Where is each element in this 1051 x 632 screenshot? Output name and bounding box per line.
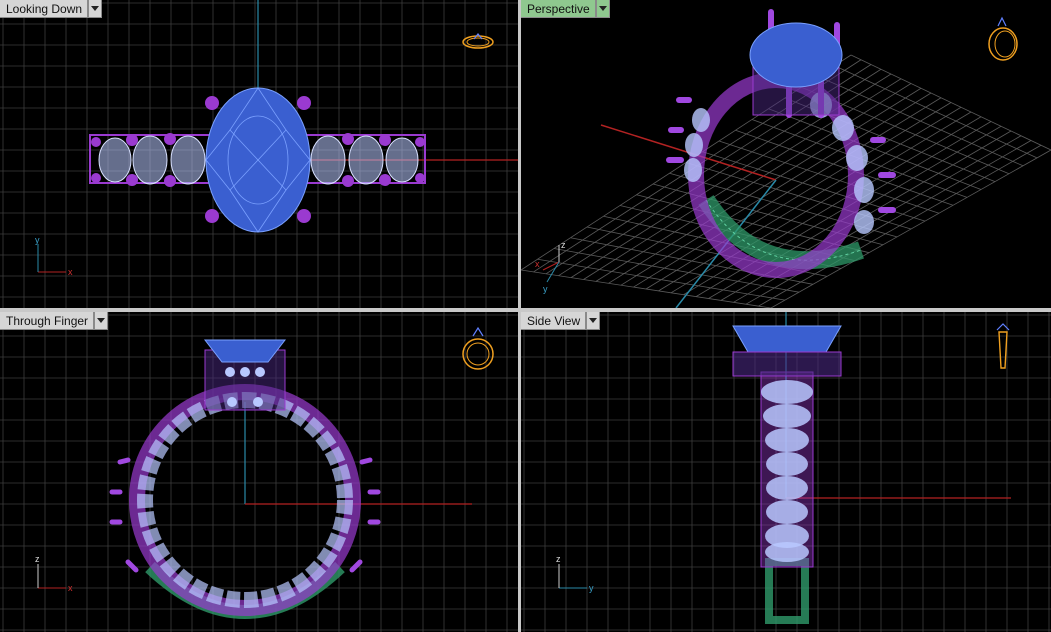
dropdown-arrow-icon[interactable] bbox=[94, 312, 109, 330]
axis-label-y: y bbox=[543, 284, 548, 294]
viewport-scene: x z bbox=[0, 312, 518, 632]
grid-line bbox=[745, 140, 1032, 305]
viewport-title: Side View bbox=[521, 312, 587, 330]
viewport-side-view[interactable]: Side View y z bbox=[521, 312, 1051, 632]
viewport-perspective[interactable]: Perspective x z y bbox=[521, 0, 1051, 308]
viewport-title: Through Finger bbox=[0, 312, 95, 330]
dropdown-arrow-icon[interactable] bbox=[595, 0, 610, 18]
ring-orientation-icon[interactable] bbox=[458, 320, 498, 376]
viewport-looking-down[interactable]: Looking Down x y bbox=[0, 0, 518, 308]
axis-label-y: y bbox=[589, 583, 594, 593]
viewport-tab-through-finger[interactable]: Through Finger bbox=[0, 312, 109, 330]
axis-label-y: y bbox=[35, 235, 40, 245]
axis-label-z: z bbox=[556, 554, 561, 564]
grid-line bbox=[770, 149, 1051, 308]
axis-triad bbox=[37, 564, 66, 589]
axis-label-z: z bbox=[561, 240, 566, 250]
ring-orientation-icon[interactable] bbox=[991, 320, 1015, 376]
viewport-scene: x y bbox=[0, 0, 518, 308]
ring-model-perspective bbox=[666, 9, 896, 278]
axis-triad bbox=[37, 244, 66, 273]
viewport-title: Perspective bbox=[521, 0, 596, 18]
viewport-scene: y z bbox=[521, 312, 1051, 632]
ring-model-top bbox=[89, 87, 426, 233]
ring-orientation-icon[interactable] bbox=[983, 12, 1023, 64]
axis-label-x: x bbox=[68, 583, 73, 593]
dropdown-arrow-icon[interactable] bbox=[586, 312, 601, 330]
ring-orientation-icon[interactable] bbox=[458, 30, 498, 56]
viewport-through-finger[interactable]: Through Finger x z bbox=[0, 312, 518, 632]
axis-label-x: x bbox=[68, 267, 73, 277]
axis-triad bbox=[558, 564, 587, 589]
grid-line bbox=[758, 144, 1042, 307]
axis-label-z: z bbox=[35, 554, 40, 564]
viewport-tab-perspective[interactable]: Perspective bbox=[521, 0, 610, 18]
viewport-tab-looking-down[interactable]: Looking Down bbox=[0, 0, 103, 18]
dropdown-arrow-icon[interactable] bbox=[88, 0, 103, 18]
viewport-title: Looking Down bbox=[0, 0, 89, 18]
ring-model-side bbox=[732, 325, 842, 624]
viewport-tab-side-view[interactable]: Side View bbox=[521, 312, 601, 330]
viewport-scene: x z y bbox=[521, 9, 1051, 308]
axis-label-x: x bbox=[535, 259, 540, 269]
